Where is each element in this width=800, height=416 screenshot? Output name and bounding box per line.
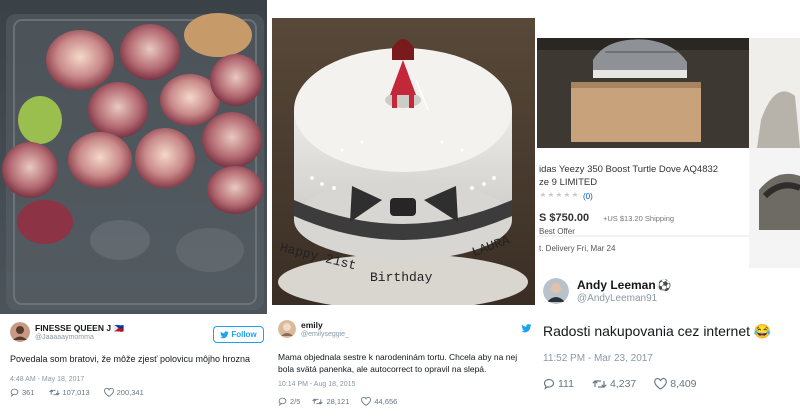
like-action[interactable]: 44,656 [361, 397, 397, 406]
retweet-action[interactable]: 107,013 [48, 388, 90, 397]
tweet-text: Mama objednala sestre k narodeninám tort… [278, 352, 518, 374]
retweet-icon [592, 380, 607, 388]
listing-price: S $750.00 [539, 212, 590, 224]
follow-button[interactable]: Follow [213, 326, 264, 343]
tweet-header: FINESSE QUEEN J 🇵🇭 @Jaaaaaymomma [10, 322, 124, 342]
like-action[interactable]: 200,341 [103, 388, 144, 397]
twitter-bird-icon [521, 324, 532, 333]
grapes-photo [0, 0, 267, 314]
reply-action[interactable]: 111 [543, 378, 574, 390]
user-handle[interactable]: @emilyseggie_ [301, 331, 349, 338]
user-handle[interactable]: @AndyLeeman91 [577, 293, 671, 304]
reply-count: 361 [22, 388, 35, 397]
reply-icon [10, 388, 19, 397]
user-handle[interactable]: @Jaaaaaymomma [35, 334, 124, 341]
heart-icon [654, 378, 668, 390]
tweet-timestamp[interactable]: 10:14 PM - Aug 18, 2015 [278, 381, 355, 388]
tweet-card-cake: Happy 21st Birthday LAURA emily @emilyse… [272, 0, 535, 416]
tweet-actions: 111 4,237 8,409 [543, 378, 697, 390]
heart-icon [361, 397, 372, 406]
reply-icon [543, 378, 555, 390]
twitter-bird-icon [220, 330, 229, 338]
retweet-icon [48, 389, 60, 396]
listing-title-line1: idas Yeezy 350 Boost Turtle Dove AQ4832 [539, 164, 719, 175]
listing-rating: (0) [583, 192, 593, 201]
reply-icon [278, 397, 287, 406]
soccer-ball-icon: ⚽ [657, 279, 672, 292]
flag-icon: 🇵🇭 [114, 323, 125, 333]
avatar[interactable] [10, 322, 30, 342]
follow-label: Follow [231, 330, 257, 339]
retweet-count: 4,237 [609, 378, 637, 390]
tweet-text: Povedala som bratovi, že môže zjesť polo… [10, 354, 250, 364]
display-name[interactable]: FINESSE QUEEN J [35, 323, 111, 333]
tweet-card-listing: idas Yeezy 350 Boost Turtle Dove AQ4832 … [537, 0, 800, 416]
cake-photo: Happy 21st Birthday LAURA [272, 0, 535, 305]
listing-delivery: t. Delivery Fri, Mar 24 [539, 244, 616, 253]
listing-shipping: +US $13.20 Shipping [603, 214, 675, 223]
retweet-count: 107,013 [62, 388, 90, 397]
like-action[interactable]: 8,409 [654, 378, 697, 390]
cake-lettering-birthday: Birthday [370, 270, 433, 285]
avatar[interactable] [278, 320, 296, 338]
reply-action[interactable]: 2/5 [278, 397, 300, 406]
listing-best-offer: Best Offer [539, 227, 575, 236]
listing-screenshot: idas Yeezy 350 Boost Turtle Dove AQ4832 … [537, 0, 800, 268]
tweet-header: Andy Leeman ⚽ @AndyLeeman91 [543, 278, 671, 304]
like-count: 200,341 [116, 388, 144, 397]
avatar[interactable] [543, 278, 569, 304]
tweet-timestamp[interactable]: 11:52 PM - Mar 23, 2017 [543, 353, 653, 364]
tweet-actions: 361 107,013 200,341 [10, 388, 144, 397]
like-count: 8,409 [670, 378, 697, 390]
tweet-header: emily @emilyseggie_ [278, 320, 349, 338]
retweet-icon [312, 398, 324, 405]
heart-icon [103, 388, 114, 397]
retweet-count: 28,121 [326, 397, 350, 406]
display-name[interactable]: Andy Leeman [577, 278, 656, 292]
reply-count: 111 [558, 378, 574, 390]
retweet-action[interactable]: 28,121 [312, 397, 349, 406]
tweet-timestamp[interactable]: 4:48 AM - May 18, 2017 [10, 376, 84, 383]
reply-count: 2/5 [290, 397, 301, 406]
like-count: 44,656 [374, 397, 398, 406]
tweet-actions: 2/5 28,121 44,656 [278, 397, 397, 406]
reply-action[interactable]: 361 [10, 388, 35, 397]
tweet-card-grapes: FINESSE QUEEN J 🇵🇭 @Jaaaaaymomma Follow … [0, 0, 267, 416]
tweet-text: Radosti nakupovania cez internet 😂 [543, 323, 772, 339]
listing-title-line2: ze 9 LIMITED [539, 177, 598, 188]
display-name[interactable]: emily [301, 320, 349, 330]
retweet-action[interactable]: 4,237 [592, 378, 636, 390]
